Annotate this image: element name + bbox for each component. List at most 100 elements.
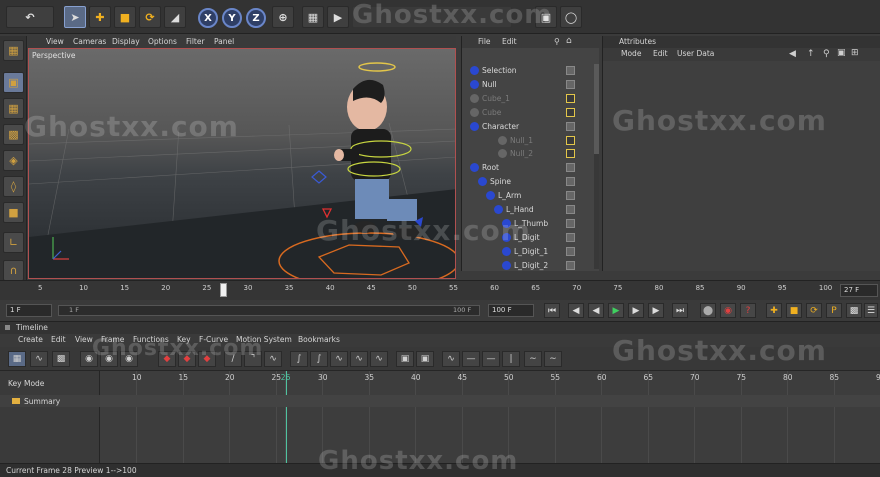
summary-row[interactable]: Summary (0, 395, 100, 407)
object-menu-file[interactable]: File (478, 37, 491, 46)
object-row[interactable]: Character (462, 120, 600, 133)
clamp-button[interactable]: ∿ (350, 351, 368, 367)
viewport-menu-filter[interactable]: Filter (186, 37, 205, 46)
object-row[interactable]: Cube (462, 106, 600, 119)
motion-mode-button[interactable]: ▩ (52, 351, 70, 367)
current-frame-field[interactable]: 27 F (840, 284, 878, 297)
timeline-menu-bookmarks[interactable]: Bookmarks (298, 335, 340, 344)
search-icon[interactable]: ⚲ (823, 49, 830, 59)
visibility-toggle[interactable] (566, 260, 575, 270)
viewport-menu-panel[interactable]: Panel (214, 37, 234, 46)
playhead-handle[interactable] (219, 283, 227, 297)
spline-interpolation-button[interactable]: ∿ (264, 351, 282, 367)
tangent-button[interactable]: ❘ (502, 351, 520, 367)
forward-arrow-icon[interactable]: ↑ (807, 49, 815, 59)
object-row[interactable]: Root (462, 161, 600, 174)
visibility-toggle[interactable] (566, 135, 575, 145)
object-row[interactable]: Null_2 (462, 147, 600, 160)
ease-in-button[interactable]: ∫ (290, 351, 308, 367)
remove-overshoot-button[interactable]: ∼ (524, 351, 542, 367)
lock-icon[interactable]: ▣ (837, 48, 846, 58)
home-icon[interactable]: ⌂ (566, 36, 572, 46)
timeline-menu-edit[interactable]: Edit (51, 335, 66, 344)
world-coordinates-button[interactable]: ⊕ (272, 6, 294, 28)
zero-angle-button[interactable]: — (462, 351, 480, 367)
make-editable-button[interactable]: ▦ (3, 40, 24, 61)
viewport-menu-display[interactable]: Display (112, 37, 140, 46)
position-key-button[interactable]: ✚ (766, 303, 782, 318)
parameter-key-button[interactable]: P (826, 303, 842, 318)
start-frame-field[interactable]: 1 F (6, 304, 52, 317)
visibility-toggle[interactable] (566, 79, 575, 89)
next-frame-button[interactable]: ▶ (628, 303, 644, 318)
dopesheet-mode-button[interactable]: ▦ (8, 351, 26, 367)
points-mode-button[interactable]: ◈ (3, 150, 24, 171)
object-row[interactable]: Selection (462, 64, 600, 77)
lock-value-button[interactable]: ▣ (416, 351, 434, 367)
visibility-toggle[interactable] (566, 246, 575, 256)
point-level-animation-button[interactable]: ▩ (846, 303, 862, 318)
lock-time-button[interactable]: ▣ (396, 351, 414, 367)
previous-key-button[interactable]: ◀ (568, 303, 584, 318)
record-button[interactable]: ⬤ (700, 303, 716, 318)
visibility-toggle[interactable] (566, 177, 575, 187)
y-axis-lock-button[interactable]: Y (222, 8, 242, 28)
polygons-mode-button[interactable]: ■ (3, 202, 24, 223)
timeline-menu-button[interactable]: ☰ (864, 303, 878, 318)
timeline-menu-create[interactable]: Create (18, 335, 43, 344)
visibility-toggle[interactable] (566, 232, 575, 242)
visibility-toggle[interactable] (566, 93, 575, 103)
object-row[interactable]: L_Digit_2 (462, 259, 600, 272)
workplane-mode-button[interactable]: ▩ (3, 124, 24, 145)
ease-ease-button[interactable]: ∿ (330, 351, 348, 367)
fcurve-mode-button[interactable]: ∿ (30, 351, 48, 367)
edges-mode-button[interactable]: ◊ (3, 176, 24, 197)
x-axis-lock-button[interactable]: X (198, 8, 218, 28)
texture-mode-button[interactable]: ▦ (3, 98, 24, 119)
visibility-toggle[interactable] (566, 218, 575, 228)
attributes-menu-mode[interactable]: Mode (621, 49, 641, 58)
next-key-button[interactable]: ▶ (648, 303, 664, 318)
visibility-toggle[interactable] (566, 107, 575, 117)
viewport-menu-options[interactable]: Options (148, 37, 177, 46)
z-axis-lock-button[interactable]: Z (246, 8, 266, 28)
live-selection-tool[interactable]: ➤ (64, 6, 86, 28)
new-panel-icon[interactable]: ⊞ (851, 48, 859, 58)
object-row[interactable]: Spine (462, 175, 600, 188)
axis-mode-button[interactable]: ∟ (3, 232, 24, 253)
play-button[interactable]: ▶ (608, 303, 624, 318)
hand-controller[interactable] (311, 170, 327, 184)
preview-range-slider[interactable]: 1 F 100 F (58, 305, 480, 316)
attributes-menu-edit[interactable]: Edit (653, 49, 668, 58)
scale-key-button[interactable]: ■ (786, 303, 802, 318)
timeline-playhead-line[interactable] (286, 371, 287, 463)
summary-track[interactable] (100, 395, 880, 407)
object-row[interactable]: Null (462, 78, 600, 91)
soft-button[interactable]: ∿ (370, 351, 388, 367)
object-row[interactable]: Null_1 (462, 134, 600, 147)
visibility-toggle[interactable] (566, 121, 575, 131)
rotate-tool[interactable]: ⟳ (139, 6, 161, 28)
snap-button[interactable]: ∩ (3, 260, 24, 281)
timeline-menu-view[interactable]: View (75, 335, 93, 344)
autokey-button[interactable]: ◉ (720, 303, 736, 318)
break-tangents-button[interactable]: ∿ (442, 351, 460, 367)
object-scrollbar[interactable] (594, 64, 599, 269)
visibility-toggle[interactable] (566, 66, 575, 75)
back-arrow-icon[interactable]: ◀ (789, 49, 796, 59)
keyframe-selection-button[interactable]: ? (740, 303, 756, 318)
recent-tools-button[interactable]: ◢ (164, 6, 186, 28)
move-tool[interactable]: ✚ (89, 6, 111, 28)
ease-out-button[interactable]: ∫ (310, 351, 328, 367)
object-menu-edit[interactable]: Edit (502, 37, 517, 46)
search-icon[interactable]: ⚲ (554, 37, 560, 46)
auto-tangents-button[interactable]: ∼ (544, 351, 562, 367)
visibility-toggle[interactable] (566, 205, 575, 214)
light-button[interactable]: ◯ (560, 6, 582, 28)
rotation-key-button[interactable]: ⟳ (806, 303, 822, 318)
previous-frame-button[interactable]: ◀ (588, 303, 604, 318)
end-frame-field[interactable]: 100 F (488, 304, 534, 317)
go-to-end-button[interactable]: ⏭ (672, 303, 688, 318)
viewport-menu-view[interactable]: View (46, 37, 64, 46)
visibility-toggle[interactable] (566, 163, 575, 173)
